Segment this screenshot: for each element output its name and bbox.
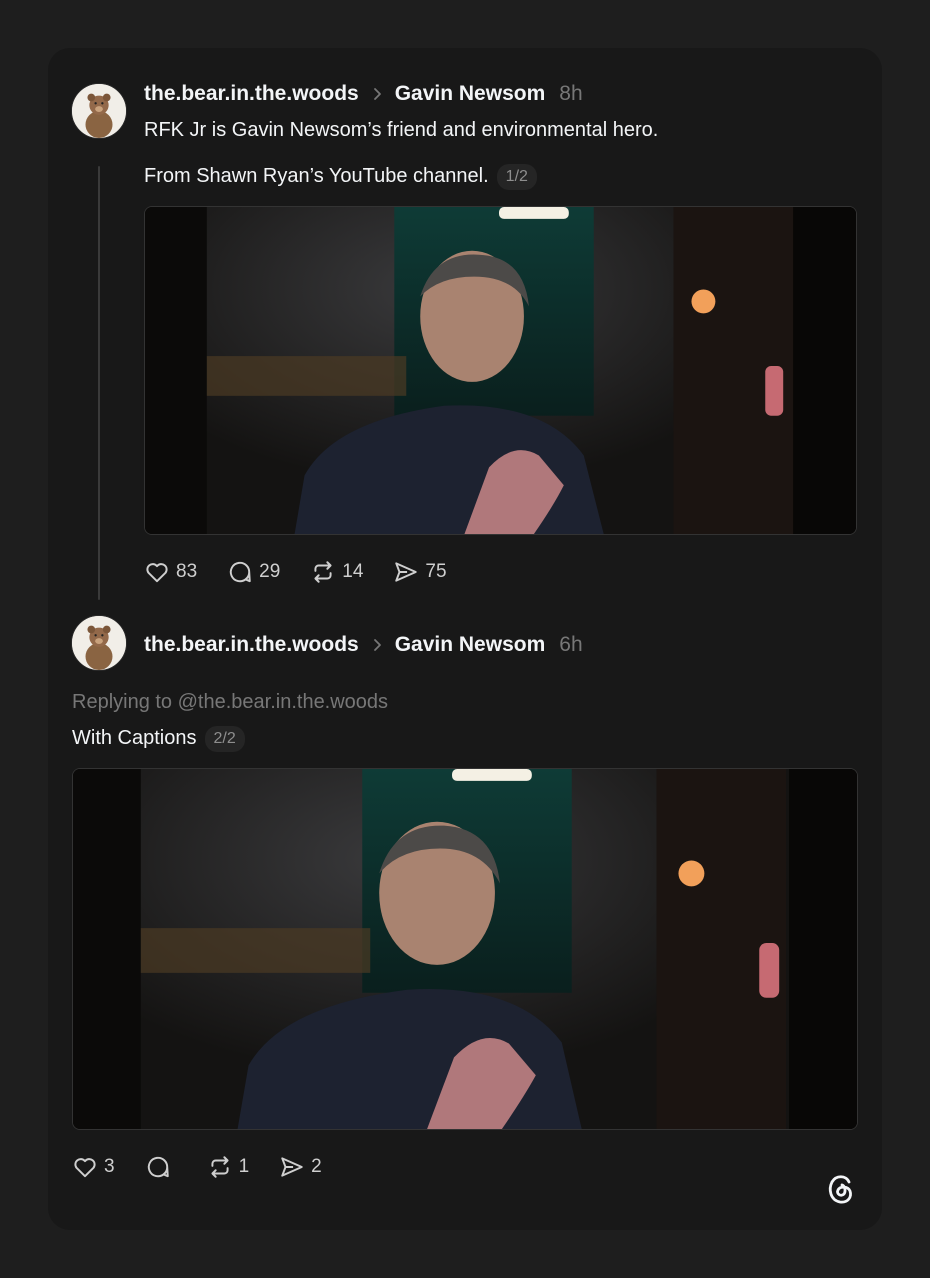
repost-button[interactable]: 14 xyxy=(310,559,363,585)
heart-icon xyxy=(74,1158,96,1178)
post-actions: 3 1 2 xyxy=(72,1152,352,1182)
reply-button[interactable]: 29 xyxy=(227,559,280,585)
repost-count: 1 xyxy=(238,1156,250,1177)
speech-bubble-icon xyxy=(147,1156,169,1178)
topic-link[interactable]: Gavin Newsom xyxy=(395,82,546,106)
paper-plane-icon xyxy=(281,1157,303,1177)
post-header: the.bear.in.the.woods Gavin Newsom 8h xyxy=(144,79,583,109)
author-avatar[interactable] xyxy=(71,615,127,671)
threads-logo-icon[interactable] xyxy=(824,1170,858,1208)
post-time[interactable]: 6h xyxy=(559,633,582,657)
post-actions: 83 29 14 75 xyxy=(144,557,477,587)
bear-avatar-image xyxy=(72,84,126,138)
like-button[interactable]: 83 xyxy=(144,559,197,585)
video-frame xyxy=(73,769,857,1129)
heart-icon xyxy=(146,563,168,583)
thread-connector-line xyxy=(98,166,100,600)
repost-arrows-icon xyxy=(211,1156,229,1178)
thread-position-badge: 2/2 xyxy=(204,726,245,752)
chevron-right-icon xyxy=(373,639,381,651)
video-player[interactable] xyxy=(72,768,858,1130)
share-button[interactable]: 2 xyxy=(279,1154,322,1180)
share-count: 2 xyxy=(311,1156,322,1177)
repost-arrows-icon xyxy=(314,561,332,583)
post-text: From Shawn Ryan’s YouTube channel. xyxy=(144,165,489,187)
post-text: With Captions xyxy=(72,727,197,749)
speech-bubble-icon xyxy=(229,561,251,583)
video-player[interactable] xyxy=(144,206,857,535)
repost-button[interactable]: 1 xyxy=(207,1154,250,1180)
author-avatar[interactable] xyxy=(71,83,127,139)
post-text-line1: RFK Jr is Gavin Newsom’s friend and envi… xyxy=(144,119,659,141)
repost-count: 14 xyxy=(342,561,364,582)
bear-avatar-image xyxy=(72,616,126,670)
paper-plane-icon xyxy=(395,562,418,582)
post-header: the.bear.in.the.woods Gavin Newsom 6h xyxy=(144,630,583,660)
username-link[interactable]: the.bear.in.the.woods xyxy=(144,82,359,106)
like-button[interactable]: 3 xyxy=(72,1154,115,1180)
post-text-line: With Captions 2/2 xyxy=(72,725,245,752)
post-text-line2: From Shawn Ryan’s YouTube channel. 1/2 xyxy=(144,163,537,190)
replying-to-text[interactable]: Replying to @the.bear.in.the.woods xyxy=(72,691,388,714)
like-count: 3 xyxy=(104,1156,115,1177)
reply-button[interactable] xyxy=(145,1154,177,1180)
share-count: 75 xyxy=(425,561,447,582)
video-frame xyxy=(145,207,856,534)
topic-link[interactable]: Gavin Newsom xyxy=(395,633,546,657)
thread-card: the.bear.in.the.woods Gavin Newsom 8h RF… xyxy=(48,48,882,1230)
thread-position-badge: 1/2 xyxy=(496,164,537,190)
post-time[interactable]: 8h xyxy=(559,82,582,106)
reply-count: 29 xyxy=(259,561,281,582)
username-link[interactable]: the.bear.in.the.woods xyxy=(144,633,359,657)
share-button[interactable]: 75 xyxy=(393,559,447,585)
like-count: 83 xyxy=(176,561,198,582)
chevron-right-icon xyxy=(373,88,381,100)
